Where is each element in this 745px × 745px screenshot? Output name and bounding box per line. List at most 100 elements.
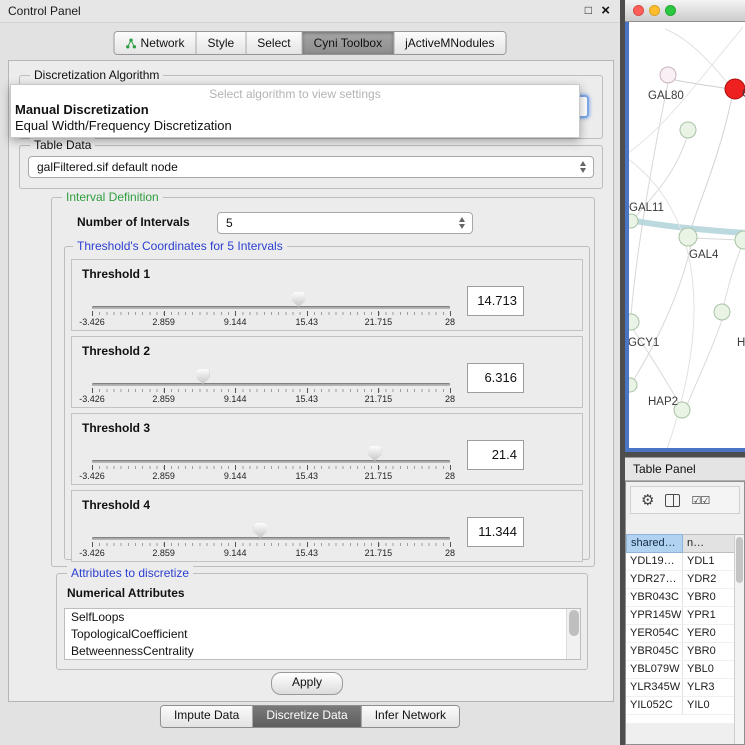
network-node[interactable] [629, 314, 639, 330]
table-cell-shared-name: YDR27… [626, 571, 683, 588]
slider-major-tick [378, 465, 379, 470]
dropdown-option-equal-width-frequency[interactable]: Equal Width/Frequency Discretization [11, 118, 579, 134]
tab-label: Network [141, 33, 185, 53]
table-row[interactable]: YPR145WYPR1 [626, 607, 744, 625]
apply-button[interactable]: Apply [271, 672, 343, 695]
slider-thumb[interactable] [368, 446, 381, 461]
group-label: Interval Definition [62, 190, 163, 204]
network-window-titlebar[interactable] [625, 0, 745, 22]
table-row[interactable]: YIL052CYIL0 [626, 697, 744, 715]
threshold-slider: -3.4262.8599.14415.4321.71528 [92, 298, 450, 330]
slider-thumb[interactable] [254, 523, 267, 538]
slider-tick-label: 15.43 [296, 548, 319, 558]
number-of-intervals-combobox[interactable]: 5 [217, 212, 473, 234]
tab-discretize-data[interactable]: Discretize Data [252, 706, 360, 727]
network-node[interactable] [680, 122, 696, 138]
gear-icon[interactable]: ⚙ [641, 493, 654, 508]
group-label: Discretization Algorithm [30, 68, 163, 82]
table-panel-title: Table Panel [633, 462, 696, 476]
table-row[interactable]: YBL079WYBL0 [626, 661, 744, 679]
network-node[interactable] [629, 378, 637, 392]
slider-major-tick [92, 311, 93, 316]
slider-tick-label: 21.715 [365, 317, 393, 327]
slider-thumb[interactable] [292, 292, 305, 307]
table-row[interactable]: YBR045CYBR0 [626, 643, 744, 661]
close-traffic-light-icon[interactable] [633, 5, 644, 16]
table-row[interactable]: YER054CYER0 [626, 625, 744, 643]
slider-thumb[interactable] [196, 369, 209, 384]
close-window-icon[interactable]: × [601, 2, 610, 19]
table-row[interactable]: YDR27…YDR2 [626, 571, 744, 589]
tab-impute-data[interactable]: Impute Data [161, 706, 252, 727]
table-panel-header: Table Panel [625, 457, 745, 481]
slider-track[interactable] [92, 306, 450, 309]
tab-jactivemnodules[interactable]: jActiveMNodules [393, 32, 505, 54]
attribute-list-item[interactable]: SelfLoops [65, 609, 580, 626]
table-row[interactable]: YBR043CYBR0 [626, 589, 744, 607]
number-of-intervals-label: Number of Intervals [77, 215, 190, 229]
tab-label: jActiveMNodules [405, 33, 494, 53]
tab-select[interactable]: Select [245, 32, 301, 54]
network-edge [695, 238, 736, 240]
attributes-items: SelfLoopsTopologicalCoefficientBetweenne… [65, 609, 580, 660]
slider-tick-label: 21.715 [365, 548, 393, 558]
attributes-scrollbar[interactable] [566, 609, 580, 659]
desktop: { "window": {"title": "Control Panel", "… [0, 0, 745, 745]
table-scrollbar[interactable] [734, 535, 744, 744]
network-node[interactable] [714, 304, 730, 320]
scrollbar-thumb[interactable] [569, 610, 579, 636]
select-columns-icon[interactable]: ☑☑ [691, 494, 709, 507]
slider-major-tick [307, 388, 308, 393]
column-header-shared[interactable]: shared… [626, 534, 683, 553]
numerical-attributes-list[interactable]: SelfLoopsTopologicalCoefficientBetweenne… [64, 608, 581, 660]
combobox-stepper-icon [580, 161, 587, 173]
scrollbar-thumb[interactable] [736, 537, 743, 583]
columns-icon[interactable] [665, 494, 680, 507]
network-edge [724, 243, 743, 304]
table-data-group: Table Data galFiltered.sif default node [19, 145, 603, 189]
threshold-slider: -3.4262.8599.14415.4321.71528 [92, 529, 450, 561]
table-data-combobox[interactable]: galFiltered.sif default node [28, 156, 594, 178]
slider-track[interactable] [92, 460, 450, 463]
table-row[interactable]: YDL19…YDL1 [626, 553, 744, 571]
slider-major-tick [164, 311, 165, 316]
attribute-list-item[interactable]: BetweennessCentrality [65, 643, 580, 660]
threshold-value-field[interactable]: 6.316 [467, 363, 524, 393]
network-node[interactable] [660, 67, 676, 83]
threshold-label: Threshold 4 [82, 498, 150, 512]
slider-track[interactable] [92, 383, 450, 386]
network-canvas[interactable]: GAL80GAGAL11GAL4GCY1HHAP2 [629, 22, 745, 448]
numerical-attributes-label: Numerical Attributes [67, 586, 185, 600]
panel-title: Control Panel [8, 4, 81, 18]
table-cell-shared-name: YBL079W [626, 661, 683, 678]
slider-tick-label: -3.426 [79, 471, 105, 481]
tab-infer-network[interactable]: Infer Network [361, 706, 459, 727]
threshold-value-field[interactable]: 11.344 [467, 517, 524, 547]
slider-minor-ticks [92, 466, 450, 469]
thresholds-container: Threshold 1-3.4262.8599.14415.4321.71528… [65, 259, 589, 567]
table-row[interactable]: YLR345WYLR3 [626, 679, 744, 697]
threshold-value-field[interactable]: 21.4 [467, 440, 524, 470]
group-label: Table Data [30, 138, 95, 152]
float-window-icon[interactable]: □ [585, 3, 592, 17]
attribute-list-item[interactable]: TopologicalCoefficient [65, 626, 580, 643]
tab-cyni-toolbox[interactable]: Cyni Toolbox [302, 32, 393, 54]
slider-major-tick [235, 542, 236, 547]
slider-major-tick [378, 311, 379, 316]
dropdown-placeholder: Select algorithm to view settings [11, 87, 579, 102]
minimize-traffic-light-icon[interactable] [649, 5, 660, 16]
slider-track[interactable] [92, 537, 450, 540]
zoom-traffic-light-icon[interactable] [665, 5, 676, 16]
tab-network[interactable]: Network [115, 32, 196, 54]
tab-style[interactable]: Style [196, 32, 246, 54]
group-label: Threshold's Coordinates for 5 Intervals [73, 239, 287, 253]
slider-major-tick [164, 465, 165, 470]
network-node[interactable] [629, 214, 638, 228]
slider-major-tick [235, 465, 236, 470]
bottom-tab-bar: Impute Data Discretize Data Infer Networ… [160, 705, 460, 728]
threshold-value-field[interactable]: 14.713 [467, 286, 524, 316]
network-node[interactable] [679, 228, 697, 246]
dropdown-option-manual-discretization[interactable]: Manual Discretization [11, 102, 579, 118]
slider-tick-label: 2.859 [152, 394, 175, 404]
table-cell-shared-name: YDL19… [626, 553, 683, 570]
